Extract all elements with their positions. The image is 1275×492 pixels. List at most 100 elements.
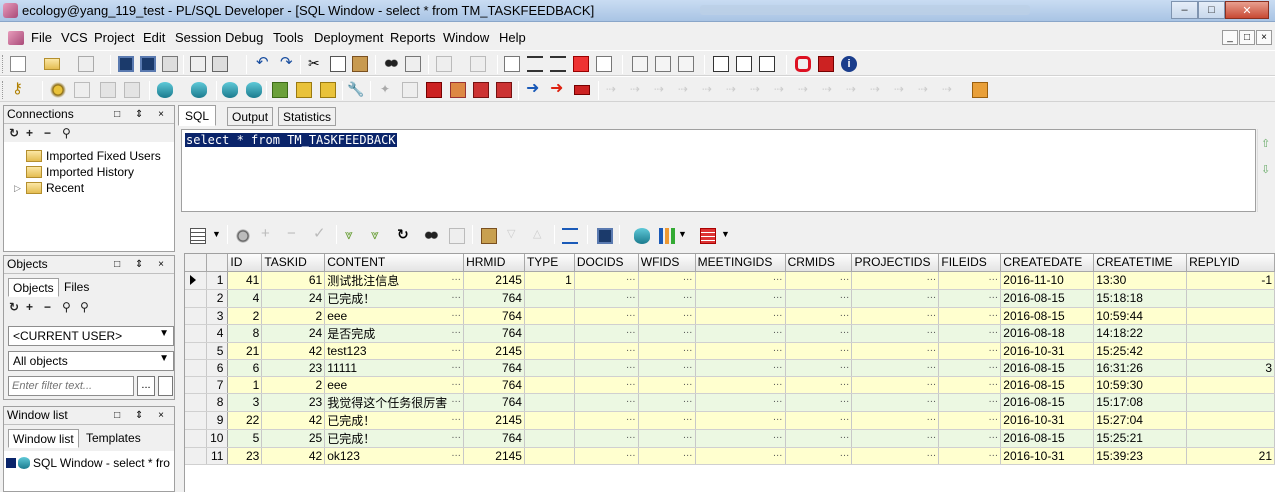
ellipsis-icon[interactable]: … <box>626 308 636 319</box>
ellipsis-icon[interactable]: … <box>926 377 936 388</box>
indent-icon[interactable] <box>527 56 543 72</box>
gear-icon[interactable] <box>50 82 66 98</box>
cell-id[interactable]: 5 <box>227 429 263 448</box>
recall-icon[interactable] <box>655 56 671 72</box>
ellipsis-icon[interactable]: … <box>773 325 783 336</box>
tab-templates[interactable]: Templates <box>82 429 145 448</box>
cell-id[interactable]: 6 <box>227 359 263 377</box>
cell-fileids[interactable]: … <box>938 342 1002 360</box>
ellipsis-icon[interactable]: … <box>839 272 849 283</box>
column-header-crmids[interactable]: CRMIDS <box>785 254 853 272</box>
remove-icon[interactable]: − <box>44 126 51 140</box>
cell-crmids[interactable]: … <box>785 289 853 308</box>
ellipsis-icon[interactable]: … <box>839 325 849 336</box>
ellipsis-icon[interactable]: … <box>926 360 936 371</box>
ellipsis-icon[interactable]: … <box>988 394 998 405</box>
cell-createdate[interactable]: 2016-10-31 <box>1000 342 1095 360</box>
cell-replyid[interactable] <box>1186 342 1275 360</box>
dbg-2-icon[interactable]: ⇢ <box>630 82 646 98</box>
cell-docids[interactable]: … <box>574 307 639 325</box>
cell-meetingids[interactable]: … <box>695 271 786 290</box>
ellipsis-icon[interactable]: … <box>988 325 998 336</box>
ellipsis-icon[interactable]: … <box>926 290 936 301</box>
dbg-step-icon[interactable]: ✦ <box>380 82 396 98</box>
browse-button[interactable]: ... <box>137 376 155 396</box>
ellipsis-icon[interactable]: … <box>988 448 998 459</box>
delete-record-icon[interactable]: − <box>287 226 303 243</box>
ellipsis-icon[interactable]: … <box>926 272 936 283</box>
find-icon[interactable] <box>423 228 439 244</box>
cell-meetingids[interactable]: … <box>695 411 786 430</box>
ellipsis-icon[interactable]: … <box>839 343 849 354</box>
cell-hrmid[interactable]: 2145 <box>463 271 525 290</box>
cell-id[interactable]: 22 <box>227 411 263 430</box>
cell-projectids[interactable]: … <box>851 342 940 360</box>
unindent-icon[interactable] <box>550 56 566 72</box>
remove-icon[interactable]: − <box>44 300 51 314</box>
cell-taskid[interactable]: 25 <box>261 429 326 448</box>
user-select[interactable]: <CURRENT USER> ▼ <box>8 326 174 346</box>
ellipsis-icon[interactable]: … <box>773 394 783 405</box>
cell-wfids[interactable]: … <box>638 289 696 308</box>
beautify-icon[interactable] <box>632 56 648 72</box>
ellipsis-icon[interactable]: … <box>926 412 936 423</box>
minimize-button[interactable]: – <box>1171 1 1198 19</box>
cell-projectids[interactable]: … <box>851 376 940 394</box>
nav-forward-icon[interactable] <box>470 56 486 72</box>
paste-icon[interactable] <box>352 56 368 72</box>
commit-icon[interactable] <box>100 82 116 98</box>
cell-createtime[interactable]: 10:59:30 <box>1093 376 1188 394</box>
ellipsis-icon[interactable]: … <box>451 430 461 441</box>
tab-window-list[interactable]: Window list <box>8 429 79 448</box>
tree-item-imported-history[interactable]: Imported History <box>26 165 134 179</box>
dbg-5-icon[interactable]: ⇢ <box>702 82 718 98</box>
export-table-icon[interactable] <box>700 228 716 244</box>
cell-taskid[interactable]: 42 <box>261 342 326 360</box>
cell-createtime[interactable]: 15:39:23 <box>1093 447 1188 465</box>
settings-icon[interactable]: ⚲ <box>80 300 89 314</box>
cell-createtime[interactable]: 14:18:22 <box>1093 324 1188 343</box>
cell-createdate[interactable]: 2016-08-15 <box>1000 393 1095 412</box>
column-header-fileids[interactable]: FILEIDS <box>938 254 1002 272</box>
nav-back-icon[interactable] <box>436 56 452 72</box>
cell-replyid[interactable]: 3 <box>1186 359 1275 377</box>
chevron-down-icon[interactable]: ▼ <box>721 229 730 239</box>
add-icon[interactable]: + <box>26 126 33 140</box>
cell-createdate[interactable]: 2016-08-15 <box>1000 429 1095 448</box>
undo-icon[interactable]: ↶ <box>256 55 272 72</box>
column-header-docids[interactable]: DOCIDS <box>574 254 639 272</box>
ellipsis-icon[interactable]: … <box>839 448 849 459</box>
ellipsis-icon[interactable]: … <box>773 308 783 319</box>
cell-projectids[interactable]: … <box>851 411 940 430</box>
cell-docids[interactable]: … <box>574 359 639 377</box>
table-row[interactable]: 6 6 23 11111… 764……………… 2016-08-15 16:31:26 3 <box>185 359 1275 377</box>
ellipsis-icon[interactable]: … <box>626 394 636 405</box>
post-record-icon[interactable]: ✓ <box>313 226 329 243</box>
cell-hrmid[interactable]: 764 <box>463 359 525 377</box>
cell-taskid[interactable]: 2 <box>261 307 326 325</box>
explain-plan-icon[interactable] <box>191 82 207 98</box>
ellipsis-icon[interactable]: … <box>683 448 693 459</box>
column-header-id[interactable]: ID <box>227 254 263 272</box>
arrow-right-blue-icon[interactable]: ➜ <box>526 81 542 98</box>
open-icon[interactable] <box>44 58 60 70</box>
mdi-minimize-button[interactable]: _ <box>1222 30 1238 45</box>
arrow-right-red-icon[interactable]: ➜ <box>550 81 566 98</box>
ellipsis-icon[interactable]: … <box>451 343 461 354</box>
ellipsis-icon[interactable]: … <box>451 360 461 371</box>
cell-taskid[interactable]: 42 <box>261 411 326 430</box>
cell-crmids[interactable]: … <box>785 342 853 360</box>
copy-icon[interactable] <box>330 56 346 72</box>
cell-meetingids[interactable]: … <box>695 289 786 308</box>
cell-type[interactable] <box>524 411 575 430</box>
new-icon[interactable] <box>10 56 26 72</box>
cell-content[interactable]: eee… <box>324 307 465 325</box>
grid-view-icon[interactable] <box>190 228 206 244</box>
cell-content[interactable]: eee… <box>324 376 465 394</box>
key-icon[interactable]: ⚷ <box>12 81 28 98</box>
doc-icon[interactable] <box>504 56 520 72</box>
cell-fileids[interactable]: … <box>938 324 1002 343</box>
cell-crmids[interactable]: … <box>785 271 853 290</box>
cell-meetingids[interactable]: … <box>695 359 786 377</box>
cell-type[interactable] <box>524 447 575 465</box>
